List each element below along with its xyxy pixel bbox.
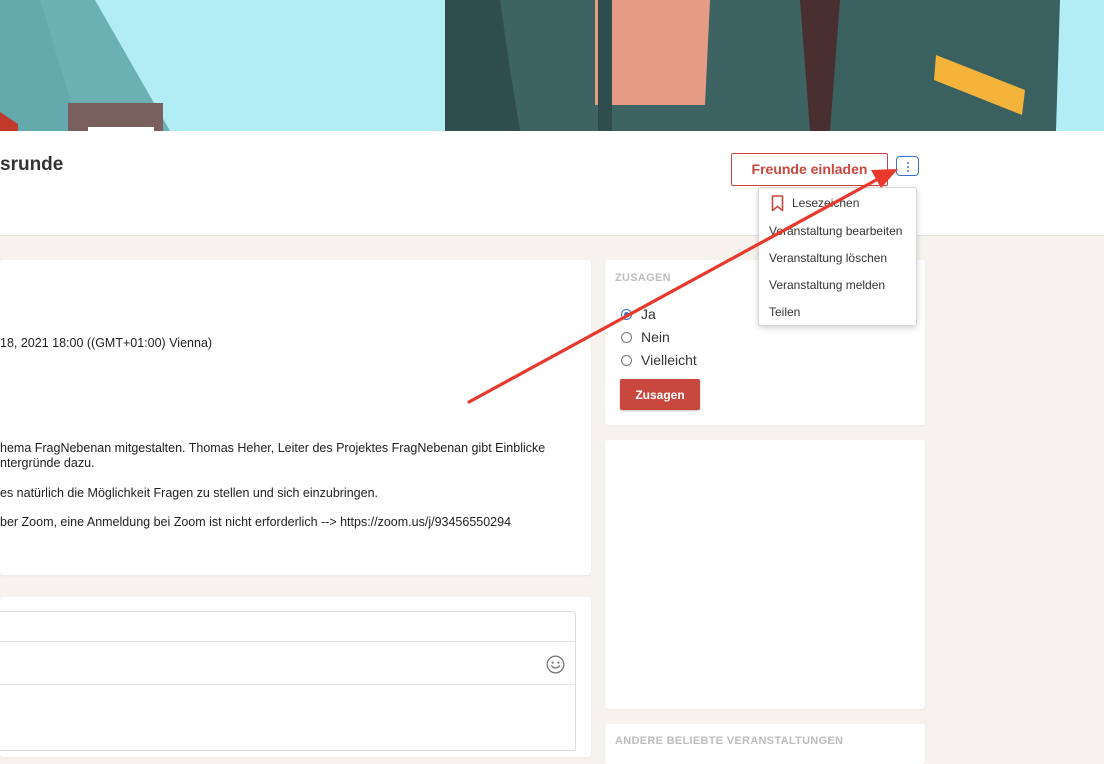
rsvp-option-no[interactable]: Nein: [621, 328, 670, 346]
radio-button[interactable]: [621, 308, 632, 320]
event-description-line: es natürlich die Möglichkeit Fragen zu s…: [0, 486, 378, 500]
sidebar-card: [605, 440, 925, 709]
hero-banner-image: [0, 0, 1104, 131]
other-events-heading: ANDERE BELIEBTE VERANSTALTUNGEN: [615, 735, 844, 747]
divider: [0, 641, 575, 642]
event-date: 18, 2021 18:00 ((GMT+01:00) Vienna): [0, 336, 213, 350]
invite-friends-button[interactable]: Freunde einladen: [731, 153, 888, 186]
event-title: srunde: [0, 154, 64, 175]
rsvp-option-label: Ja: [641, 306, 656, 322]
more-options-button[interactable]: [896, 156, 919, 176]
rsvp-option-maybe[interactable]: Vielleicht: [621, 351, 697, 369]
bookmark-icon: [771, 195, 784, 212]
event-options-menu: Lesezeichen Veranstaltung bearbeiten Ver…: [758, 187, 917, 326]
rsvp-heading: ZUSAGEN: [615, 272, 671, 284]
menu-item-bookmark[interactable]: Lesezeichen: [769, 193, 859, 213]
menu-item-edit-event[interactable]: Veranstaltung bearbeiten: [769, 221, 902, 241]
event-description-line: ntergründe dazu.: [0, 456, 95, 470]
vertical-dots-icon: [906, 161, 909, 172]
menu-item-delete-event[interactable]: Veranstaltung löschen: [769, 248, 887, 268]
event-description-line: hema FragNebenan mitgestalten. Thomas He…: [0, 441, 546, 455]
radio-button[interactable]: [621, 354, 632, 366]
rsvp-option-label: Vielleicht: [641, 352, 697, 368]
rsvp-submit-button[interactable]: Zusagen: [620, 379, 700, 410]
event-header-bar: [0, 131, 1104, 236]
radio-button[interactable]: [621, 331, 632, 343]
comment-input[interactable]: [0, 645, 534, 683]
emoji-icon[interactable]: [546, 655, 565, 674]
divider: [0, 684, 575, 685]
rsvp-option-yes[interactable]: Ja: [621, 305, 656, 323]
rsvp-option-label: Nein: [641, 329, 670, 345]
menu-item-bookmark-label: Lesezeichen: [792, 196, 860, 210]
menu-item-report-event[interactable]: Veranstaltung melden: [769, 275, 885, 295]
menu-item-share[interactable]: Teilen: [769, 302, 800, 322]
event-description-line: ber Zoom, eine Anmeldung bei Zoom ist ni…: [0, 515, 512, 529]
